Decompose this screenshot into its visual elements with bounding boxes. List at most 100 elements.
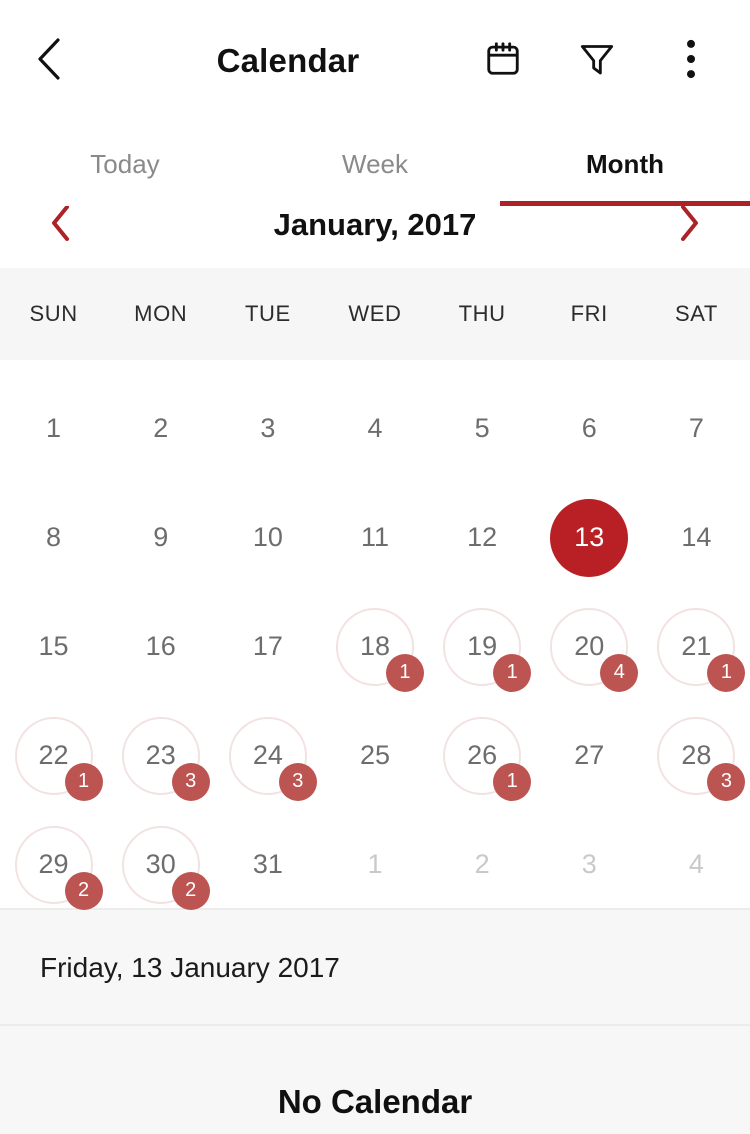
event-count-badge: 2 [171, 871, 210, 910]
date-number: 22 [38, 740, 69, 770]
date-cell[interactable]: 28 3 [643, 701, 750, 810]
current-month-label: January, 2017 [273, 207, 477, 242]
weekday-wed: WED [348, 301, 402, 326]
weekday-thu: THU [458, 301, 506, 326]
tab-week-label: Week [342, 148, 408, 179]
date-cell[interactable]: 26 1 [429, 701, 536, 810]
date-cell[interactable]: 20 4 [536, 592, 643, 701]
event-day-ring: 26 1 [443, 716, 532, 801]
event-count-badge: 1 [493, 762, 532, 801]
event-day-ring: 18 1 [335, 607, 424, 692]
event-count-badge: 1 [64, 762, 103, 801]
date-number: 20 [574, 631, 605, 661]
date-grid: 1 2 3 4 5 6 7 8 9 10 11 12 13 14 15 16 17 18 1 19 1 20 4 21 1 22 1… [0, 360, 750, 919]
date-cell[interactable]: 23 3 [107, 701, 214, 810]
date-cell[interactable]: 17 [214, 592, 321, 701]
tab-today[interactable]: Today [0, 122, 250, 206]
selected-date-label: Friday, 13 January 2017 [40, 952, 340, 983]
date-cell[interactable]: 18 1 [321, 592, 428, 701]
day-marker: 8 [15, 499, 93, 577]
date-number: 27 [574, 740, 605, 770]
weekday-header: SUN MON TUE WED THU FRI SAT [0, 268, 750, 360]
date-cell[interactable]: 10 [214, 483, 321, 592]
day-marker: 12 [443, 499, 521, 577]
date-cell[interactable]: 9 [107, 483, 214, 592]
event-count-badge: 1 [385, 653, 424, 692]
back-button[interactable] [34, 34, 88, 88]
date-number: 31 [252, 849, 283, 879]
tab-week[interactable]: Week [250, 122, 500, 206]
date-cell[interactable]: 3 [536, 810, 643, 919]
event-day-ring: 19 1 [443, 607, 532, 692]
date-number: 12 [467, 522, 498, 552]
date-cell[interactable]: 2 [429, 810, 536, 919]
day-marker: 1 [336, 826, 414, 904]
date-cell[interactable]: 29 2 [0, 810, 107, 919]
date-cell[interactable]: 1 [321, 810, 428, 919]
date-cell[interactable]: 12 [429, 483, 536, 592]
next-month-button[interactable] [662, 206, 716, 252]
date-cell[interactable]: 13 [536, 483, 643, 592]
event-day-ring: 29 2 [14, 825, 103, 910]
date-cell[interactable]: 21 1 [643, 592, 750, 701]
weekday-sat: SAT [674, 301, 718, 326]
chevron-right-icon [676, 206, 702, 248]
day-marker: 15 [15, 608, 93, 686]
event-day-ring: 23 3 [121, 716, 210, 801]
day-marker: 10 [229, 499, 307, 577]
date-cell[interactable]: 7 [643, 374, 750, 483]
day-marker: 3 [550, 826, 628, 904]
filter-button[interactable] [576, 40, 618, 82]
date-cell[interactable]: 4 [321, 374, 428, 483]
date-number: 9 [153, 522, 169, 552]
date-cell[interactable]: 19 1 [429, 592, 536, 701]
date-cell[interactable]: 8 [0, 483, 107, 592]
date-cell[interactable]: 6 [536, 374, 643, 483]
date-cell[interactable]: 24 3 [214, 701, 321, 810]
date-number: 15 [38, 631, 69, 661]
date-number: 28 [681, 740, 712, 770]
date-number: 3 [581, 849, 597, 879]
tab-month[interactable]: Month [500, 122, 750, 206]
date-cell[interactable]: 1 [0, 374, 107, 483]
date-cell[interactable]: 31 [214, 810, 321, 919]
view-mode-tabs: Today Week Month [0, 122, 750, 206]
date-cell[interactable]: 4 [643, 810, 750, 919]
date-number: 18 [359, 631, 390, 661]
date-cell[interactable]: 5 [429, 374, 536, 483]
date-cell[interactable]: 25 [321, 701, 428, 810]
date-cell[interactable]: 27 [536, 701, 643, 810]
event-day-ring: 28 3 [657, 716, 746, 801]
date-number: 14 [681, 522, 712, 552]
date-number: 7 [688, 413, 704, 443]
previous-month-button[interactable] [34, 206, 88, 252]
date-cell[interactable]: 11 [321, 483, 428, 592]
date-number: 24 [252, 740, 283, 770]
day-marker: 17 [229, 608, 307, 686]
date-cell[interactable]: 30 2 [107, 810, 214, 919]
overflow-menu-button[interactable] [670, 39, 712, 82]
date-number: 6 [581, 413, 597, 443]
day-marker: 1 [15, 390, 93, 468]
month-navigation-clip: January, 2017 [0, 206, 750, 268]
app-bar: Calendar [0, 0, 750, 122]
date-cell[interactable]: 16 [107, 592, 214, 701]
date-cell[interactable]: 3 [214, 374, 321, 483]
event-day-ring: 22 1 [14, 716, 103, 801]
event-count-badge: 1 [707, 653, 746, 692]
date-cell[interactable]: 22 1 [0, 701, 107, 810]
chevron-left-icon [48, 206, 74, 248]
day-marker: 4 [336, 390, 414, 468]
calendar-view-button[interactable] [482, 40, 524, 82]
date-number: 5 [474, 413, 490, 443]
date-cell[interactable]: 14 [643, 483, 750, 592]
event-day-ring: 21 1 [657, 607, 746, 692]
date-number: 11 [360, 522, 389, 552]
bottom-panel: Friday, 13 January 2017 No Calendar [0, 908, 750, 1134]
date-cell[interactable]: 15 [0, 592, 107, 701]
date-cell[interactable]: 2 [107, 374, 214, 483]
page-title: Calendar [216, 42, 360, 79]
event-count-badge: 3 [278, 762, 317, 801]
date-number: 2 [474, 849, 490, 879]
event-count-badge: 3 [707, 762, 746, 801]
